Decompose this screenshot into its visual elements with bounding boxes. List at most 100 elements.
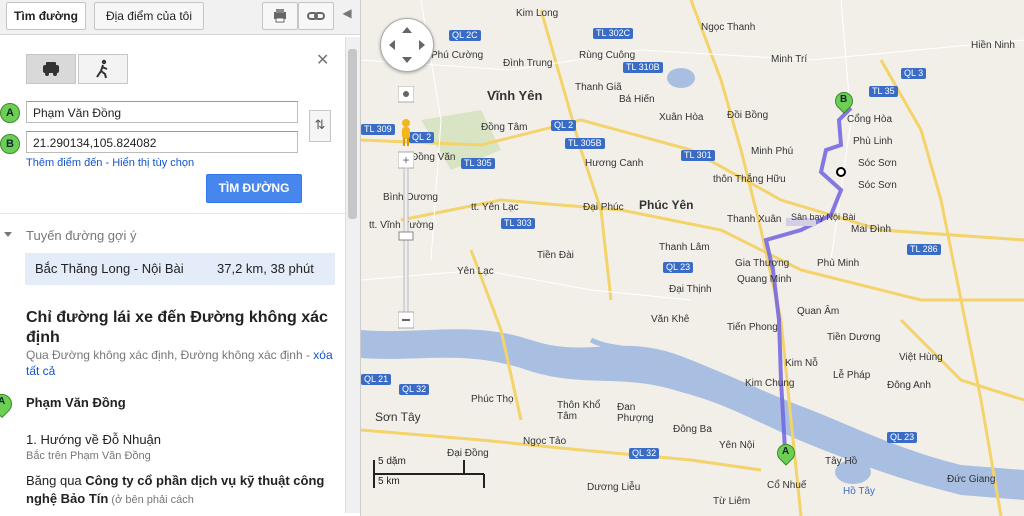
road-shield: TL 310B — [623, 62, 663, 73]
link-icon — [307, 12, 325, 20]
pan-arrows-icon — [389, 27, 425, 63]
map-label: Lễ Pháp — [833, 370, 871, 381]
map-label: Sóc Sơn — [858, 180, 897, 191]
road-shield: QL 2 — [551, 120, 577, 131]
map-label-city: Phúc Yên — [639, 198, 694, 212]
map-label: Tiền Dương — [827, 332, 881, 343]
step-1-title[interactable]: 1. Hướng về Đỗ Nhuận — [26, 432, 161, 447]
add-destination-link[interactable]: Thêm điểm đến - Hiển thị tùy chọn — [26, 157, 194, 169]
road-shield: TL 305 — [461, 158, 495, 169]
map-label: Phú Cường — [431, 50, 484, 61]
road-shield: QL 3 — [901, 68, 927, 79]
waypoint-icon[interactable] — [836, 167, 846, 177]
route-suggestion[interactable]: Bắc Thăng Long - Nội Bài 37,2 km, 38 phú… — [25, 253, 335, 285]
step-1-detail: Băng qua Công ty cổ phần dịch vụ kỹ thuậ… — [26, 472, 336, 509]
start-pin-label: A — [0, 396, 6, 407]
map-label: Từ Liêm — [713, 496, 751, 507]
get-directions-button[interactable]: TÌM ĐƯỜNG — [206, 174, 302, 203]
pegman-icon[interactable] — [398, 118, 414, 148]
road-shield: TL 302C — [593, 28, 634, 39]
map-label: Đồng Tâm — [481, 122, 528, 133]
svg-text:+: + — [402, 153, 409, 167]
map-label: Rùng Cuông — [579, 50, 636, 61]
link-button[interactable] — [298, 2, 334, 30]
pan-control[interactable] — [380, 18, 434, 72]
road-shield: QL 21 — [361, 374, 392, 385]
map-label: Cổng Hòa — [847, 114, 893, 125]
collapse-panel-icon[interactable]: ◀ — [340, 6, 354, 26]
tab-directions[interactable]: Tìm đường — [6, 2, 86, 30]
walking-icon — [96, 59, 108, 79]
tab-my-places[interactable]: Địa điểm của tôi — [94, 2, 204, 30]
print-button[interactable] — [262, 2, 298, 30]
start-input[interactable]: Phạm Văn Đồng — [26, 101, 298, 123]
end-input[interactable]: 21.290134,105.824082 — [26, 131, 298, 153]
map-label: Tiền Đài — [537, 250, 574, 261]
mode-walking-button[interactable] — [78, 54, 128, 84]
road-shield: QL 32 — [399, 384, 430, 395]
map-label: Quan Âm — [797, 306, 840, 317]
map-label: Ngọc Tảo — [523, 436, 567, 447]
chevron-down-icon[interactable] — [4, 232, 12, 237]
road-shield: QL 23 — [887, 432, 918, 443]
map-label: Kim Nỗ — [785, 358, 818, 369]
map-label: Đan Phượng — [617, 402, 654, 424]
map-label: Dương Liễu — [587, 482, 641, 493]
road-shield: TL 303 — [501, 218, 535, 229]
suggested-routes-heading: Tuyến đường gợi ý — [26, 228, 137, 243]
top-toolbar: Tìm đường Địa điểm của tôi ◀ — [0, 0, 360, 35]
map-label: Sóc Sơn — [858, 158, 897, 169]
scroll-thumb[interactable] — [348, 49, 357, 219]
scale-miles: 5 dặm — [378, 456, 406, 467]
map-label: Thanh Giã — [575, 82, 622, 93]
map-label: Đình Trung — [503, 58, 553, 69]
map-label: Việt Hùng — [899, 352, 943, 363]
start-name[interactable]: Phạm Văn Đồng — [26, 395, 126, 410]
map-label: Kim Chung — [745, 378, 795, 389]
start-pin-label: A — [782, 446, 790, 457]
via-label: Qua Đường không xác định, Đường không xá… — [26, 348, 314, 362]
map-label: Kim Long — [516, 8, 559, 19]
map-label: Đại Thịnh — [669, 284, 712, 295]
road-shield: TL 35 — [869, 86, 898, 97]
map-label: Hương Canh — [585, 158, 644, 169]
map-label: Mai Đình — [851, 224, 892, 235]
divider — [0, 213, 345, 214]
map-canvas[interactable]: Kim Long Ngọc Thanh Phú Cường Rùng Cuông… — [361, 0, 1024, 516]
marker-b-icon: B — [0, 134, 20, 154]
map-label: tt. Yên Lạc — [471, 202, 519, 213]
panel-scrollbar[interactable] — [345, 37, 360, 513]
map-label: Thanh Xuân — [727, 214, 782, 225]
map-label: Đồng Văn — [411, 152, 456, 163]
step-1-text: Băng qua — [26, 473, 86, 488]
close-icon[interactable]: ✕ — [316, 50, 329, 70]
via-text: Qua Đường không xác định, Đường không xá… — [26, 347, 336, 379]
road-shield: TL 301 — [681, 150, 715, 161]
swap-icon[interactable]: ⇅ — [309, 110, 331, 142]
map-label: Phù Linh — [853, 136, 893, 147]
route-name: Bắc Thăng Long - Nội Bài — [35, 261, 184, 276]
road-shield: QL 23 — [663, 262, 694, 273]
marker-a-icon: A — [0, 103, 20, 123]
step-1-note: (ở bên phải cách — [108, 494, 194, 506]
map-label: Thanh Lâm — [659, 242, 710, 253]
map-label: Hiền Ninh — [971, 40, 1015, 51]
scale-km: 5 km — [378, 476, 400, 487]
road-shield: QL 2C — [449, 30, 481, 41]
map-label: Sân bay Nội Bài — [791, 212, 856, 222]
map-label: Đông Ba — [673, 424, 712, 435]
road-shield: TL 305B — [565, 138, 605, 149]
map-label: Minh Phú — [751, 146, 794, 157]
map-label: Minh Trí — [771, 54, 808, 65]
map-label: Cổ Nhuế — [767, 480, 807, 491]
map-label: Sơn Tây — [375, 410, 421, 424]
road-shield: QL 32 — [629, 448, 660, 459]
map-label: Phúc Thọ — [471, 394, 514, 405]
end-pin-label: B — [840, 94, 848, 105]
mode-driving-button[interactable] — [26, 54, 76, 84]
car-icon — [43, 62, 59, 76]
map-label: thôn Thắng Hữu — [713, 174, 786, 185]
map-label: Tây Hồ — [825, 456, 858, 467]
map-label: Hồ Tây — [843, 486, 876, 497]
map-label: Đồi Bồng — [727, 110, 769, 121]
